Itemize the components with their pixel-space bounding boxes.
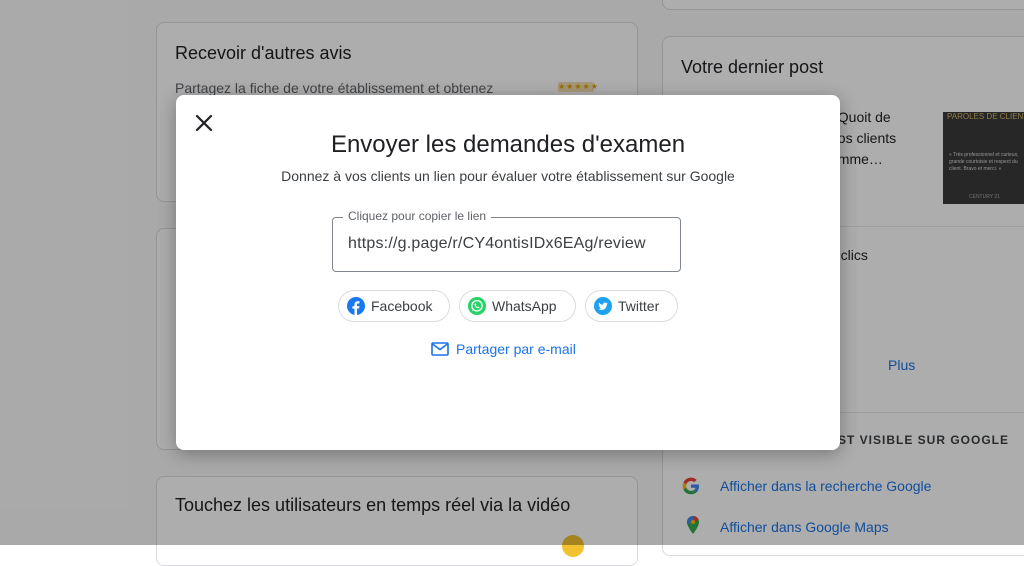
review-link-value[interactable]: https://g.page/r/CY4ontisIDx6EAg/review	[348, 235, 646, 253]
review-link-field[interactable]: Cliquez pour copier le lien https://g.pa…	[332, 209, 681, 272]
dialog-subtitle: Donnez à vos clients un lien pour évalue…	[281, 168, 735, 184]
share-email-link[interactable]: Partager par e-mail	[430, 339, 576, 359]
facebook-icon	[347, 297, 365, 315]
email-icon	[431, 342, 449, 356]
share-twitter-button[interactable]: Twitter	[585, 290, 678, 322]
share-whatsapp-label: WhatsApp	[492, 298, 557, 314]
twitter-icon	[594, 297, 612, 315]
whatsapp-icon	[468, 297, 486, 315]
request-reviews-dialog: Envoyer les demandes d'examen Donnez à v…	[176, 95, 840, 450]
share-email-label: Partager par e-mail	[456, 341, 576, 357]
dialog-title: Envoyer les demandes d'examen	[330, 131, 686, 158]
share-whatsapp-button[interactable]: WhatsApp	[459, 290, 576, 322]
share-facebook-button[interactable]: Facebook	[338, 290, 450, 322]
review-link-label: Cliquez pour copier le lien	[343, 209, 492, 223]
share-twitter-label: Twitter	[618, 298, 660, 314]
share-facebook-label: Facebook	[371, 298, 433, 314]
